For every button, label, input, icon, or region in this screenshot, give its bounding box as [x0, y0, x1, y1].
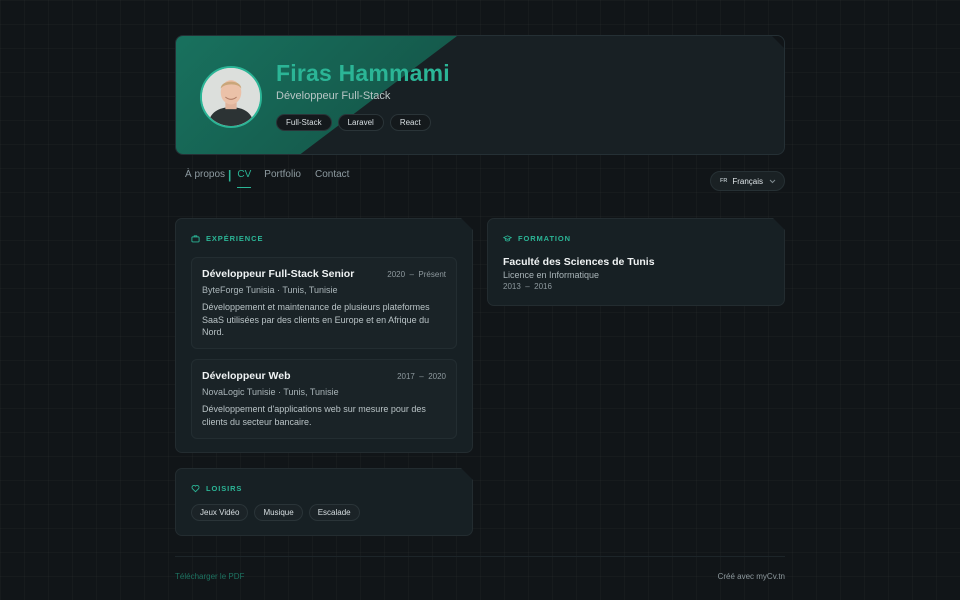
experience-item: Développeur Web 2017 – 2020 NovaLogic Tu… — [191, 359, 457, 439]
experience-job-title: Développeur Full-Stack Senior — [202, 268, 355, 280]
experience-company: NovaLogic Tunisie · Tunis, Tunisie — [202, 387, 339, 397]
hobbies-card: LOISIRS Jeux Vidéo Musique Escalade — [175, 468, 473, 536]
education-dates: 2013 – 2016 — [503, 282, 552, 291]
briefcase-icon — [191, 235, 200, 243]
language-label: Français — [732, 176, 763, 186]
heart-icon — [191, 485, 200, 493]
tag-laravel: Laravel — [337, 114, 384, 131]
cv-page: Firas Hammami Développeur Full-Stack Ful… — [175, 35, 785, 536]
footer-divider — [175, 556, 785, 557]
hobby-chip: Escalade — [308, 504, 360, 521]
language-code: FR — [719, 178, 728, 184]
tag-react: React — [389, 114, 431, 131]
profile-tags: Full-Stack Laravel React — [276, 114, 431, 131]
footer-credit: Créé avec myCv.tn — [717, 572, 785, 581]
experience-description: Développement et maintenance de plusieur… — [202, 302, 430, 337]
education-school: Faculté des Sciences de Tunis — [503, 256, 655, 268]
nav-item-portfolio[interactable]: Portfolio — [264, 169, 301, 188]
education-degree: Licence en Informatique — [503, 270, 600, 280]
header-gradient — [176, 36, 457, 154]
avatar-photo — [202, 68, 260, 126]
experience-dates: 2020 – Présent — [387, 270, 446, 279]
hobbies-title: LOISIRS — [206, 484, 243, 493]
hobbies-heading: LOISIRS — [191, 484, 242, 493]
profile-name: Firas Hammami — [276, 60, 450, 86]
hobbies-list: Jeux Vidéo Musique Escalade — [191, 504, 360, 521]
experience-company: ByteForge Tunisia · Tunis, Tunisie — [202, 285, 338, 295]
avatar — [200, 66, 262, 128]
chevron-down-icon — [769, 179, 776, 183]
experience-dates: 2017 – 2020 — [397, 372, 446, 381]
nav-item-cv[interactable]: CV — [237, 169, 251, 188]
experience-card: EXPÉRIENCE Développeur Full-Stack Senior… — [175, 218, 473, 453]
experience-title: EXPÉRIENCE — [206, 234, 264, 243]
download-pdf-link[interactable]: Télécharger le PDF — [175, 572, 244, 581]
hobby-chip: Musique — [254, 504, 303, 521]
main-nav: À propos | CV Portfolio Contact — [185, 169, 349, 188]
profile-role: Développeur Full-Stack — [276, 90, 391, 102]
graduation-cap-icon — [503, 235, 512, 242]
nav-item-contact[interactable]: Contact — [315, 169, 349, 188]
language-selector[interactable]: FR Français — [709, 171, 785, 191]
tag-full-stack: Full-Stack — [276, 114, 332, 131]
education-card: FORMATION Faculté des Sciences de Tunis … — [487, 218, 785, 306]
education-title: FORMATION — [518, 234, 571, 243]
education-heading: FORMATION — [503, 234, 571, 243]
nav-item-a-propos[interactable]: À propos — [185, 169, 225, 188]
hobby-chip: Jeux Vidéo — [191, 504, 249, 521]
experience-description: Développement d'applications web sur mes… — [202, 404, 426, 427]
experience-job-title: Développeur Web — [202, 370, 291, 382]
experience-heading: EXPÉRIENCE — [191, 234, 263, 243]
profile-header: Firas Hammami Développeur Full-Stack Ful… — [175, 35, 785, 155]
nav-separator: | — [228, 167, 232, 182]
experience-item: Développeur Full-Stack Senior 2020 – Pré… — [191, 257, 457, 349]
